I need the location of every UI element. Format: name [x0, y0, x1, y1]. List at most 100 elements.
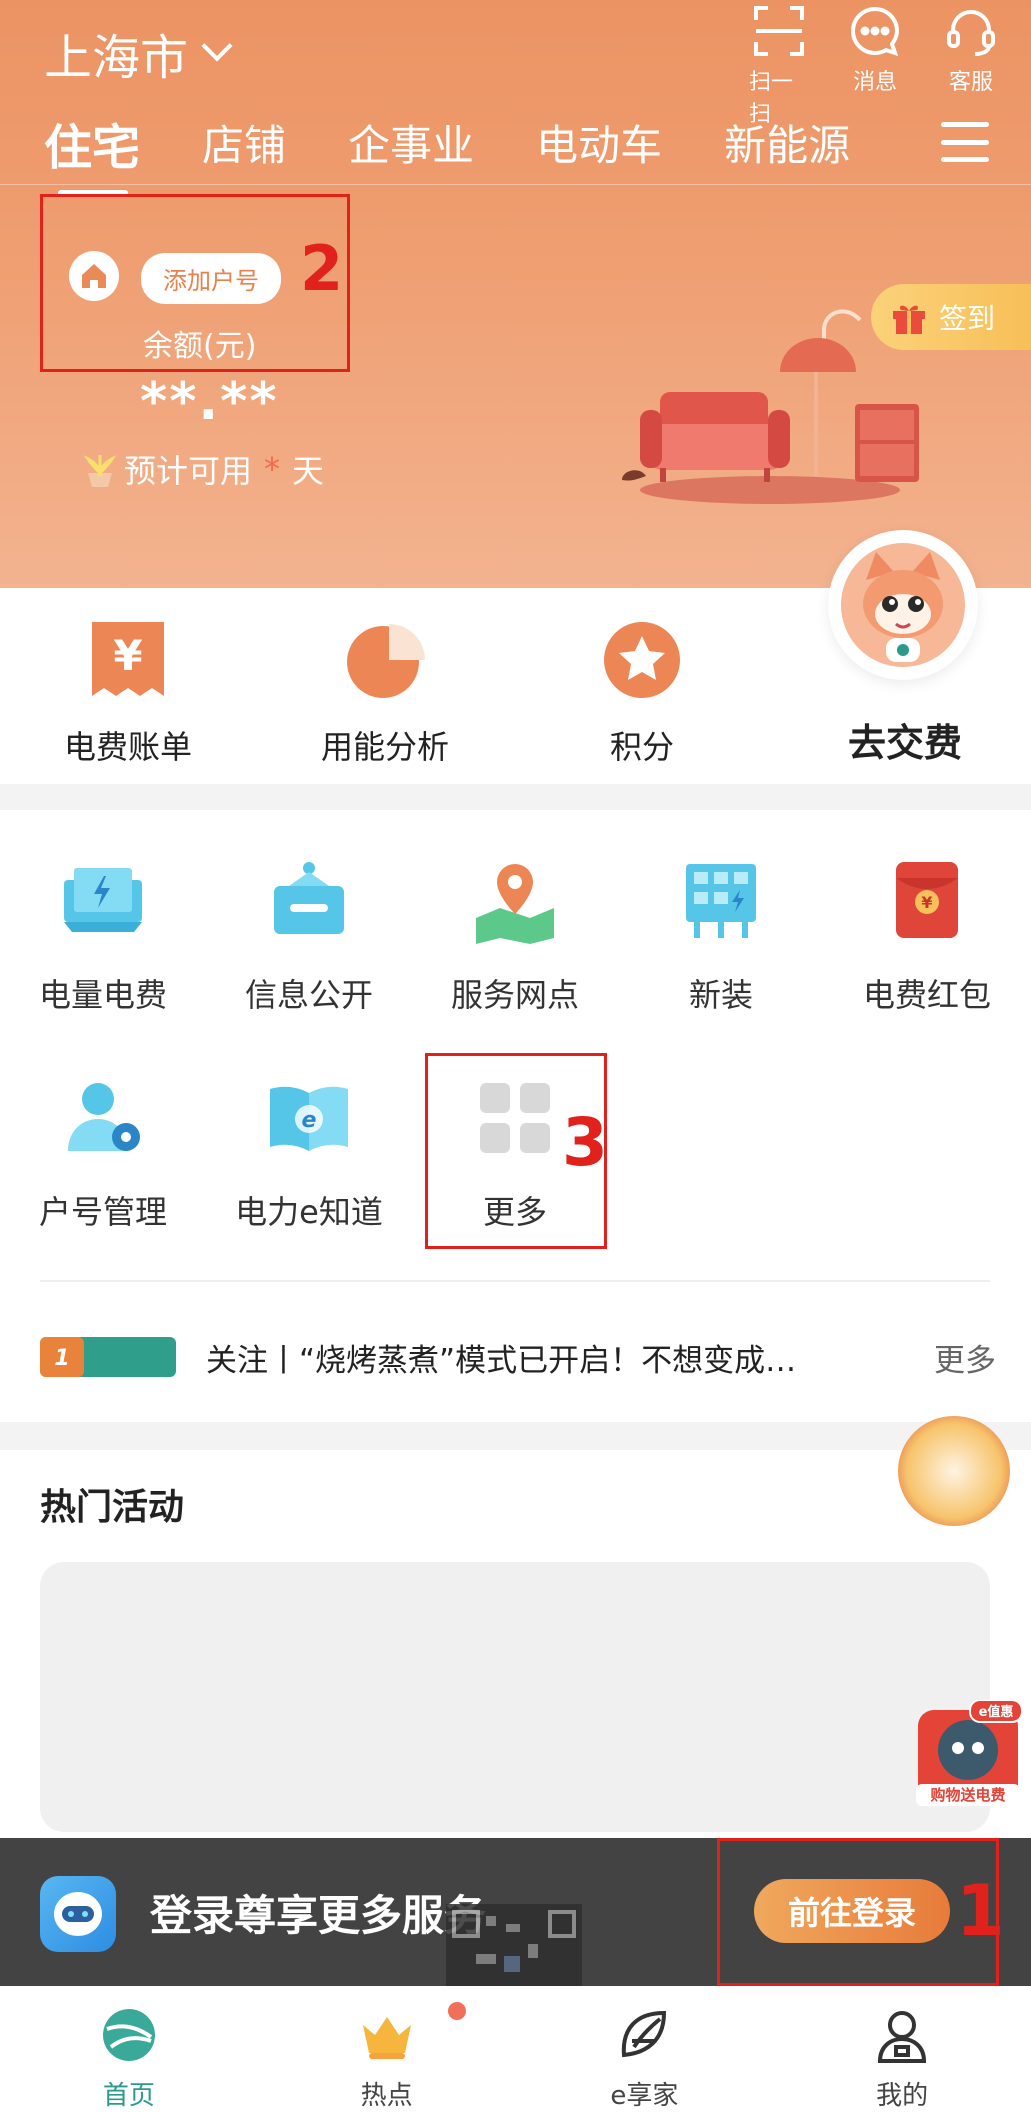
sign-in-label: 签到 [939, 302, 996, 335]
tab-new-energy[interactable]: 新能源 [724, 112, 850, 178]
bill-label: 电费账单 [63, 728, 192, 766]
quick-item-bill[interactable]: ¥ 电费账单 [28, 618, 228, 768]
service-label: 户号管理 [38, 1193, 167, 1231]
annotation-number-3: 3 [562, 1104, 608, 1181]
estimate-prefix: 预计可用 [124, 452, 253, 490]
user-icon [878, 2010, 927, 2063]
menu-icon[interactable] [941, 122, 989, 162]
go-login-button[interactable]: 前往登录 [754, 1879, 950, 1943]
balance-label: 余额(元) [143, 329, 257, 364]
nav-e-home[interactable]: e享家 [516, 1986, 774, 2128]
service-red-envelope[interactable]: ¥ 电费红包 [824, 858, 1030, 1016]
annotation-number-1: 1 [956, 1870, 1005, 1952]
category-tabs: 住宅 店铺 企事业 电动车 新能源 [44, 112, 850, 196]
new-install-icon [686, 864, 756, 938]
chevron-down-icon [201, 30, 233, 62]
promo-tag: e值惠 [979, 1704, 1014, 1720]
nav-home[interactable]: 首页 [0, 1986, 258, 2128]
e-leaf-icon [622, 2010, 667, 2057]
header: 上海市 扫一扫 消息 客服 住宅 店铺 企事业 电动车 新能源 添加户号 余额(… [0, 0, 1031, 590]
quick-item-energy-analysis[interactable]: 用能分析 [285, 618, 485, 768]
living-room-illustration [622, 309, 919, 504]
news-more-link[interactable]: 更多 [934, 1335, 996, 1380]
login-prompt: 登录尊享更多服务 [150, 1891, 487, 1940]
nav-label: 首页 [102, 2080, 155, 2111]
tab-divider [0, 184, 1031, 185]
star-icon [604, 622, 680, 698]
tab-enterprise[interactable]: 企事业 [348, 112, 474, 178]
qr-watermark-icon [446, 1904, 582, 1986]
nav-label: 热点 [360, 2080, 413, 2111]
annotation-number-2: 2 [300, 232, 344, 305]
promo-label: 购物送电费 [930, 1786, 1005, 1804]
svg-text:1: 1 [54, 1346, 69, 1371]
hot-activities: 热门活动 [0, 1450, 1031, 1850]
nav-mine[interactable]: 我的 [773, 1986, 1031, 2128]
mascot-avatar[interactable] [828, 530, 978, 680]
services-grid: 电量电费 信息公开 服务网点 新装 ¥ 电费红包 户号管理 e 电力e知道 更多… [0, 810, 1031, 1422]
add-account-button[interactable]: 添加户号 [141, 253, 281, 304]
activity-banner[interactable] [40, 1562, 990, 1832]
news-headline[interactable]: 关注丨“烧烤蒸煮”模式已开启！不想变成… [206, 1335, 924, 1380]
quick-item-points[interactable]: 积分 [542, 618, 742, 768]
red-envelope-icon: ¥ [896, 862, 958, 938]
shopping-promo-badge[interactable]: e值惠 购物送电费 [912, 1700, 1024, 1810]
divider [40, 1280, 990, 1282]
floating-promo-badge[interactable] [898, 1416, 1010, 1526]
plant-icon [83, 455, 117, 487]
energy-analysis-label: 用能分析 [320, 728, 449, 766]
tab-residential[interactable]: 住宅 [44, 108, 140, 196]
city-name: 上海市 [44, 30, 189, 86]
info-board-icon [274, 862, 344, 934]
scan-button[interactable]: 扫一扫 [749, 4, 809, 128]
service-label: 信息公开 [244, 976, 373, 1014]
balance-value: **.** [140, 372, 279, 432]
account-manage-icon [68, 1083, 140, 1151]
bill-icon: ¥ [92, 622, 164, 696]
service-label: 服务网点 [450, 976, 579, 1014]
nav-hot[interactable]: 热点 [258, 1986, 516, 2128]
pay-button-label[interactable]: 去交费 [790, 712, 1020, 767]
tab-ev[interactable]: 电动车 [536, 112, 662, 178]
crown-icon [362, 2016, 411, 2059]
home-icon [69, 251, 119, 301]
message-label: 消息 [852, 70, 897, 95]
electricity-icon [64, 868, 142, 932]
message-button[interactable]: 消息 [845, 4, 905, 128]
service-label: 电力e知道 [235, 1193, 383, 1231]
headline-logo-icon: 1 [40, 1337, 176, 1377]
nav-label: 我的 [876, 2080, 929, 2111]
service-info-disclosure[interactable]: 信息公开 [206, 858, 412, 1016]
points-label: 积分 [609, 728, 674, 766]
city-selector[interactable]: 上海市 [44, 18, 233, 88]
headset-icon [947, 10, 995, 56]
robot-app-icon [40, 1876, 116, 1952]
top-tools: 扫一扫 消息 客服 [749, 4, 1001, 128]
service-label: 新装 [688, 976, 753, 1014]
map-pin-icon [476, 864, 554, 944]
customer-service-button[interactable]: 客服 [941, 4, 1001, 128]
service-outlets[interactable]: 服务网点 [412, 858, 618, 1016]
estimate-suffix: 天 [292, 452, 325, 490]
hot-activities-title: 热门活动 [40, 1487, 185, 1528]
message-icon [851, 6, 900, 57]
bottom-navigation: 首页 热点 e享家 我的 [0, 1986, 1031, 2128]
estimate-value: * [264, 450, 281, 488]
pie-chart-icon [347, 624, 425, 698]
service-label: 电费红包 [862, 976, 991, 1014]
book-icon: e [270, 1086, 348, 1151]
estimate-days: 预计可用 * 天 [80, 446, 324, 492]
nav-label: e享家 [610, 2080, 679, 2111]
service-power-knowledge[interactable]: e 电力e知道 [206, 1075, 412, 1233]
customer-service-label: 客服 [948, 70, 993, 95]
svg-text:e: e [302, 1108, 317, 1133]
home-globe-icon [102, 2008, 155, 2061]
service-label: 电量电费 [38, 976, 167, 1014]
news-ticker[interactable]: 1 关注丨“烧烤蒸煮”模式已开启！不想变成… 更多 [40, 1322, 996, 1392]
service-electricity-fee[interactable]: 电量电费 [0, 858, 206, 1016]
svg-text:¥: ¥ [113, 631, 142, 680]
tab-shop[interactable]: 店铺 [202, 112, 286, 178]
fox-mascot-icon [841, 543, 965, 667]
service-new-install[interactable]: 新装 [618, 858, 824, 1016]
service-account-management[interactable]: 户号管理 [0, 1075, 206, 1233]
